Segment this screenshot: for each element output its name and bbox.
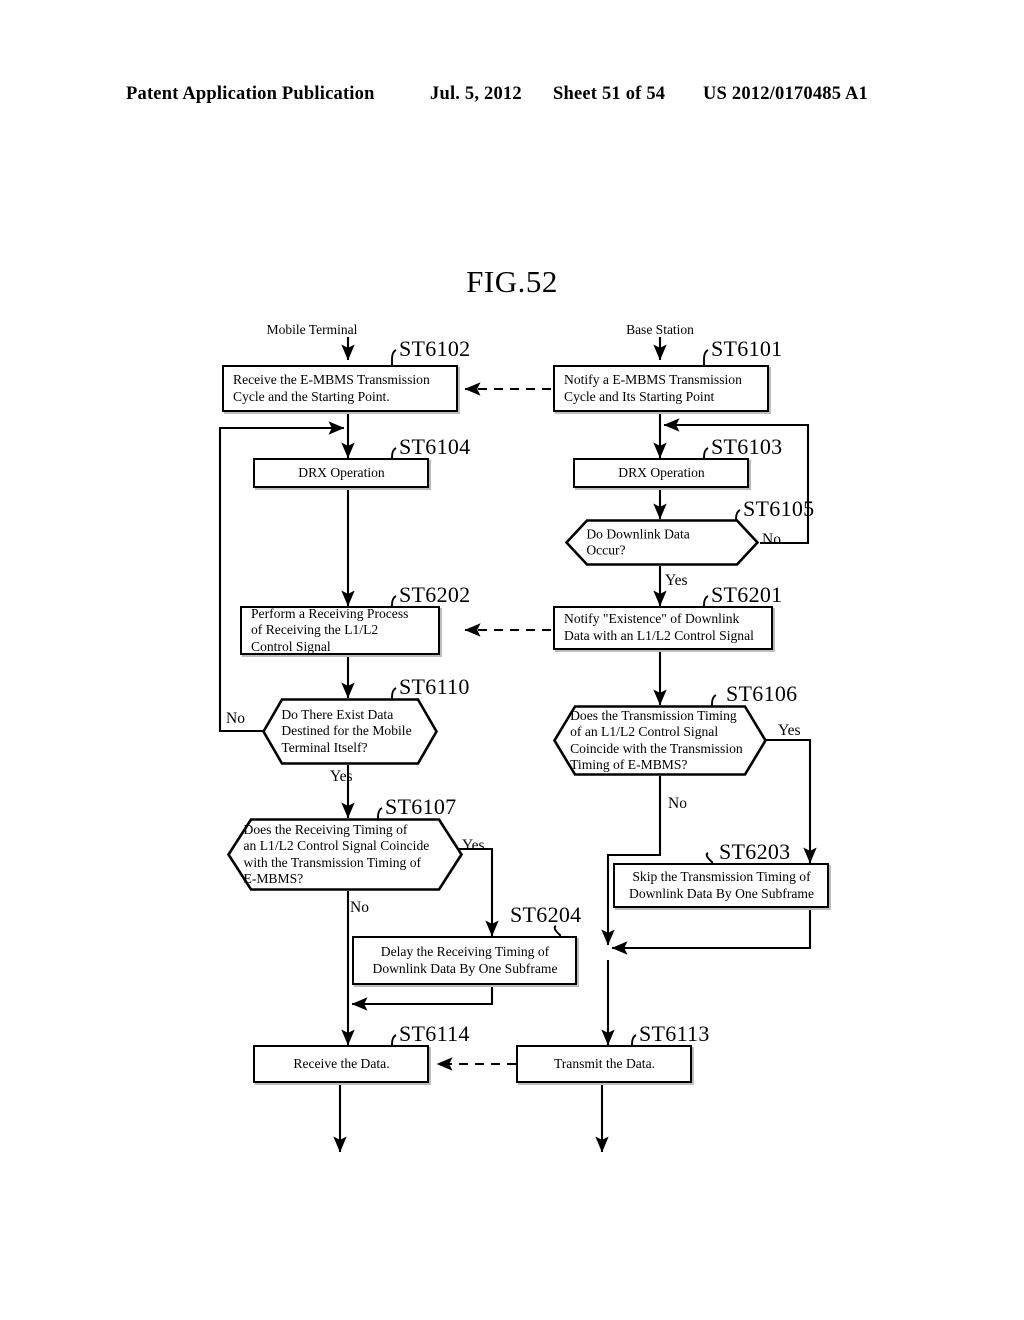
edge-label-st6110-yes: Yes <box>330 768 353 785</box>
node-st6203-text: Skip the Transmission Timing of Downlink… <box>629 868 814 901</box>
node-st6104[interactable]: DRX Operation <box>253 458 429 488</box>
step-label-st6102: ST6102 <box>399 336 471 361</box>
flowchart-connectors <box>218 337 817 1153</box>
node-st6204-text: Delay the Receiving Timing of Downlink D… <box>372 943 558 976</box>
page-header: Patent Application Publication Jul. 5, 2… <box>0 84 1024 110</box>
node-st6101[interactable]: Notify a E-MBMS Transmission Cycle and I… <box>553 365 769 412</box>
header-sheet: Sheet 51 of 54 <box>553 84 666 104</box>
edge-label-st6106-no: No <box>668 795 687 812</box>
edge-label-st6110-no: No <box>226 710 245 727</box>
node-st6114-text: Receive the Data. <box>293 1055 390 1071</box>
node-st6102[interactable]: Receive the E-MBMS Transmission Cycle an… <box>222 365 458 412</box>
step-label-st6106: ST6106 <box>726 681 798 706</box>
node-st6202[interactable]: Perform a Receiving Process of Receiving… <box>240 606 440 655</box>
node-st6201-text: Notify "Existence" of Downlink Data with… <box>564 611 754 643</box>
patent-figure-page: Patent Application Publication Jul. 5, 2… <box>0 0 1024 1320</box>
node-st6202-text: Perform a Receiving Process of Receiving… <box>251 605 409 654</box>
step-label-st6110: ST6110 <box>399 674 470 699</box>
edge-label-st6107-no: No <box>350 899 369 916</box>
header-date: Jul. 5, 2012 <box>430 84 522 104</box>
step-label-st6204: ST6204 <box>510 902 582 927</box>
node-st6105-text: Do Downlink Data Occur? <box>586 525 690 558</box>
step-label-st6203: ST6203 <box>719 839 791 864</box>
edge-label-st6107-yes: Yes <box>462 837 485 854</box>
node-st6103-text: DRX Operation <box>618 464 705 480</box>
node-st6204[interactable]: Delay the Receiving Timing of Downlink D… <box>352 936 577 985</box>
node-st6102-text: Receive the E-MBMS Transmission Cycle an… <box>233 371 430 404</box>
node-st6101-text: Notify a E-MBMS Transmission Cycle and I… <box>564 371 742 404</box>
node-st6114[interactable]: Receive the Data. <box>253 1045 429 1083</box>
step-label-st6202: ST6202 <box>399 582 471 607</box>
node-st6113[interactable]: Transmit the Data. <box>516 1045 692 1083</box>
step-label-st6113: ST6113 <box>639 1021 710 1046</box>
node-st6110-text: Do There Exist Data Destined for the Mob… <box>281 706 412 755</box>
node-st6107-text: Does the Receiving Timing of an L1/L2 Co… <box>243 821 430 887</box>
step-label-st6101: ST6101 <box>711 336 783 361</box>
node-st6201[interactable]: Notify "Existence" of Downlink Data with… <box>553 606 773 650</box>
node-st6110[interactable]: Do There Exist Data Destined for the Mob… <box>261 698 439 765</box>
edge-label-st6105-yes: Yes <box>665 572 688 589</box>
node-st6107[interactable]: Does the Receiving Timing of an L1/L2 Co… <box>226 818 464 891</box>
node-st6203[interactable]: Skip the Transmission Timing of Downlink… <box>613 863 829 908</box>
figure-title: FIG.52 <box>466 264 558 299</box>
edge-label-st6106-yes: Yes <box>778 722 801 739</box>
step-label-st6107: ST6107 <box>385 794 457 819</box>
step-label-st6104: ST6104 <box>399 434 471 459</box>
header-publication: Patent Application Publication <box>126 84 375 104</box>
lane-caption-mobile-terminal: Mobile Terminal <box>266 322 358 337</box>
step-label-st6105: ST6105 <box>743 496 815 521</box>
node-st6104-text: DRX Operation <box>298 464 385 480</box>
node-st6103[interactable]: DRX Operation <box>573 458 749 488</box>
header-patent-number: US 2012/0170485 A1 <box>703 84 868 104</box>
step-label-st6103: ST6103 <box>711 434 783 459</box>
node-st6105[interactable]: Do Downlink Data Occur? <box>564 519 760 566</box>
node-st6113-text: Transmit the Data. <box>553 1055 656 1071</box>
node-st6106-text: Does the Transmission Timing of an L1/L2… <box>570 707 743 773</box>
step-label-st6201: ST6201 <box>711 582 783 607</box>
node-st6106[interactable]: Does the Transmission Timing of an L1/L2… <box>552 705 768 776</box>
edge-label-st6105-no: No <box>762 531 781 548</box>
step-label-st6114: ST6114 <box>399 1021 470 1046</box>
